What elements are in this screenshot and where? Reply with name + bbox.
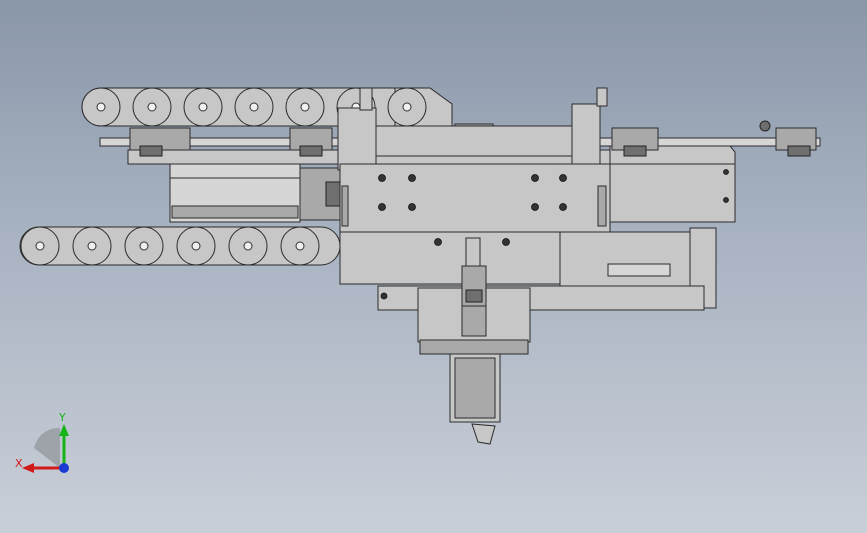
lower-drag-chain — [19, 226, 341, 266]
x-arrow-icon — [22, 463, 34, 473]
assembly-model[interactable]: .p { fill: #c7c7c7; stroke: #2b2b2b; str… — [0, 0, 867, 533]
central-block — [339, 163, 611, 233]
y-axis-label: Y — [58, 411, 66, 424]
linear-guide-cylinder — [169, 163, 343, 223]
y-arrow-icon — [59, 424, 69, 436]
triad-plane-icon — [34, 427, 60, 468]
z-axis-icon — [59, 463, 69, 473]
x-axis-label: X — [15, 457, 23, 470]
cad-viewport[interactable]: .p { fill: #c7c7c7; stroke: #2b2b2b; str… — [0, 0, 867, 533]
upper-drag-chain — [81, 87, 453, 127]
coordinate-triad-icon: Y X — [15, 411, 69, 473]
